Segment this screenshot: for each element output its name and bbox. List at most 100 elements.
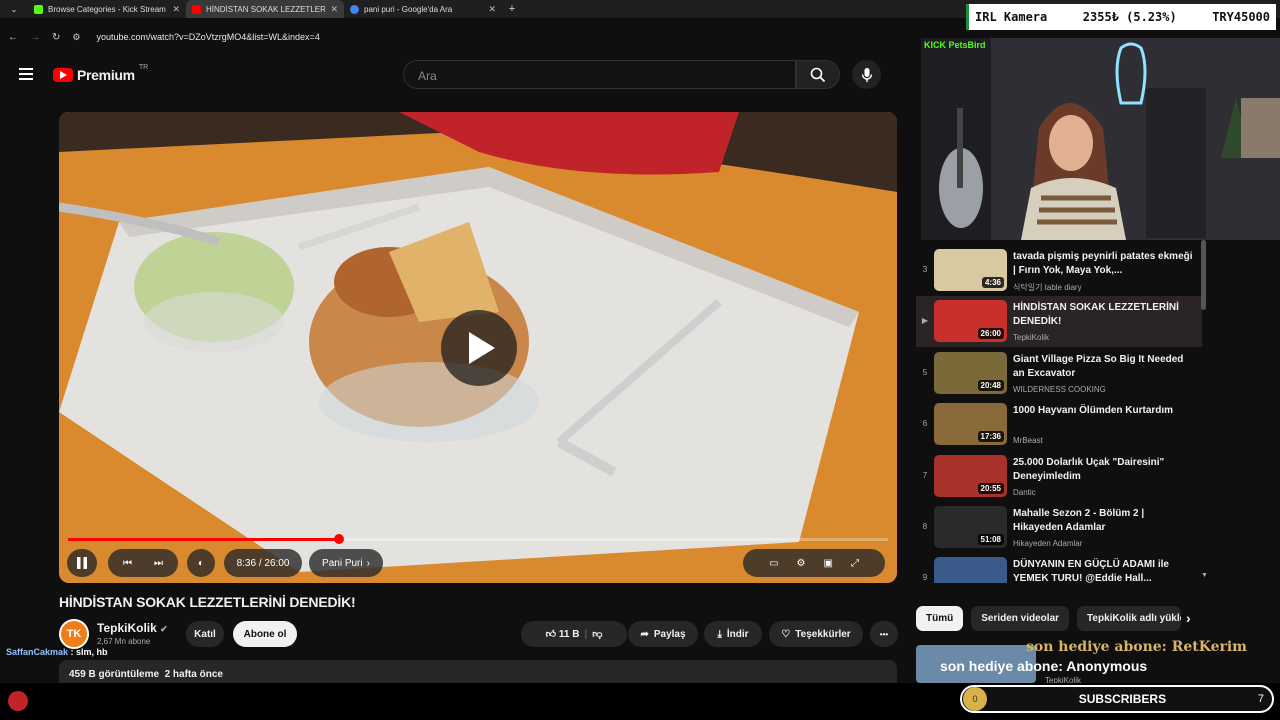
youtube-premium-logo[interactable]: Premium TR — [53, 64, 148, 83]
thumbs-down-icon[interactable]: 👎︎ — [592, 628, 602, 640]
video-title: HİNDİSTAN SOKAK LEZZETLERİNİ DENEDİK! — [59, 594, 356, 610]
join-button[interactable]: Katıl — [186, 621, 224, 647]
playlist-item[interactable]: ▶ 26:00 HİNDİSTAN SOKAK LEZZETLERİNİ DENED… — [916, 296, 1202, 348]
download-button[interactable]: ⤓ İndir — [704, 621, 762, 647]
voice-search-button[interactable] — [852, 60, 881, 89]
google-favicon-icon — [350, 4, 359, 14]
streamer-webcam: KICK PetsBird — [921, 38, 1280, 240]
channel-avatar[interactable]: TK — [59, 619, 89, 649]
previous-icon[interactable]: ⏮ — [123, 558, 132, 569]
reload-icon[interactable]: ↻ — [52, 32, 60, 43]
microphone-icon — [861, 67, 872, 82]
playlist-scrollbar[interactable] — [1201, 240, 1206, 310]
tab-title: Browse Categories - Kick Stream — [48, 4, 166, 14]
related-chips: Tümü Seriden videolar TepkiKolik adlı yü… — [916, 606, 1182, 632]
thanks-icon: ♡ — [781, 628, 791, 640]
site-info-icon[interactable]: ⚙ — [72, 32, 80, 43]
duration-badge: 26:00 — [977, 328, 1004, 340]
progress-bar[interactable] — [68, 534, 888, 544]
url-field[interactable]: youtube.com/watch?v=DZoVtzrgMO4&list=WL&… — [96, 32, 319, 42]
theater-mode-icon[interactable]: ▣ — [823, 558, 832, 569]
chip-channel[interactable]: TepkiKolik adlı yükle — [1077, 606, 1182, 631]
subtitles-icon[interactable]: ▭ — [769, 558, 778, 569]
playlist-thumbnail[interactable]: 25:46 — [934, 557, 1007, 583]
chapter-button[interactable]: Pani Puri › — [309, 549, 383, 577]
video-player[interactable]: ⏮ ⏭ ◐ 8:36 / 26:00 Pani Puri › ▭ ⚙ ▣ ⤢ — [59, 112, 897, 583]
playlist-thumbnail[interactable]: 20:55 — [934, 454, 1007, 497]
channel-name[interactable]: TepkiKolik ✔ — [97, 621, 168, 635]
new-tab-button[interactable]: + — [502, 3, 522, 15]
kick-logo: KICK PetsBird — [924, 40, 986, 50]
chip-series[interactable]: Seriden videolar — [971, 606, 1070, 631]
chapter-label: Pani Puri — [322, 557, 363, 569]
fullscreen-icon[interactable]: ⤢ — [851, 558, 859, 569]
time-display: 8:36 / 26:00 — [224, 549, 302, 577]
playlist-thumbnail[interactable]: 26:00 — [934, 300, 1007, 343]
pause-button[interactable] — [67, 549, 97, 577]
search-button[interactable] — [796, 60, 840, 89]
progress-played — [68, 538, 340, 541]
close-tab-icon[interactable]: ✕ — [330, 4, 338, 15]
playlist-index: 8 — [922, 522, 928, 531]
playlist-index: 6 — [922, 419, 928, 429]
playlist-index: 9 — [922, 573, 928, 583]
thumbs-up-icon: 👍︎ — [545, 629, 557, 640]
big-play-button[interactable] — [441, 310, 517, 386]
search-input[interactable]: Ara — [403, 60, 796, 89]
playlist-item[interactable]: 8 51:08 Mahalle Sezon 2 - Bölüm 2 | Hikaye… — [916, 502, 1202, 553]
thanks-button[interactable]: ♡ Teşekkürler — [769, 621, 863, 647]
playlist-item[interactable]: 7 20:55 25.000 Dolarlık Uçak "Dairesini" D… — [916, 451, 1202, 502]
close-tab-icon[interactable]: ✕ — [488, 4, 496, 15]
irl-goal: TRY45000 — [1212, 10, 1270, 24]
alert-line-1: son hediye abone: RetKerim — [1026, 639, 1247, 655]
logo-text: Premium — [77, 67, 135, 83]
youtube-play-logo-icon — [53, 68, 73, 82]
next-icon[interactable]: ⏭ — [154, 558, 163, 569]
playlist-index: ▶ — [921, 316, 929, 326]
hamburger-menu-icon[interactable] — [19, 68, 33, 80]
download-label: İndir — [726, 628, 749, 640]
scroll-down-icon[interactable]: ▼ — [1201, 572, 1208, 579]
playlist-item-channel: MrBeast — [1013, 436, 1043, 446]
playlist-item[interactable]: 5 20:48 Giant Village Pizza So Big It Need… — [916, 348, 1202, 399]
chips-next-chevron-icon[interactable]: › — [1186, 610, 1191, 626]
chevron-right-icon: › — [366, 557, 370, 569]
forward-icon[interactable]: → — [30, 32, 40, 43]
playlist-thumbnail[interactable]: 20:48 — [934, 351, 1007, 394]
browser-tab-kick[interactable]: Browse Categories - Kick Stream ✕ — [28, 0, 186, 18]
duration-badge: 20:55 — [977, 482, 1004, 494]
tab-list-chevron-icon[interactable]: ⌄ — [0, 5, 28, 14]
alert-line-2: son hediye abone: Anonymous — [940, 658, 1148, 674]
playlist-thumbnail[interactable]: 17:36 — [934, 403, 1007, 446]
subs-goal: 7 — [1257, 693, 1264, 705]
playlist-index: 5 — [922, 367, 928, 377]
share-button[interactable]: ➦ Paylaş — [628, 621, 698, 647]
settings-gear-icon[interactable]: ⚙ — [797, 558, 806, 569]
playlist-item-channel: WILDERNESS COOKING — [1013, 384, 1106, 394]
browser-tab-youtube[interactable]: HİNDİSTAN SOKAK LEZZETLERİ ✕ — [186, 0, 344, 18]
close-tab-icon[interactable]: ✕ — [172, 4, 180, 15]
playlist-thumbnail[interactable]: 4:36 — [934, 249, 1007, 291]
playlist-item[interactable]: 9 25:46DÜNYANIN EN GÜÇLÜ ADAMI ile YEMEK … — [916, 553, 1202, 583]
playlist-index: 3 — [922, 265, 928, 274]
playlist-item[interactable]: 3 4:36 tavada pişmiş peynirli patates ekme… — [916, 245, 1202, 296]
subscribers-goal-bar: 0 SUBSCRIBERS 7 — [960, 685, 1274, 713]
like-count: 11 B — [558, 629, 580, 640]
like-button[interactable]: 👍︎ 11 B — [546, 628, 580, 640]
tab-title: pani puri - Google'da Ara — [364, 4, 453, 14]
pause-icon — [77, 557, 87, 569]
playlist-item-title: HİNDİSTAN SOKAK LEZZETLERİNİ DENEDİK! — [1013, 302, 1179, 328]
playlist-item[interactable]: 6 17:36 1000 Hayvanı Ölümden Kurtardım MrBe… — [916, 399, 1202, 450]
share-arrow-icon: ➦ — [640, 628, 649, 640]
chip-all[interactable]: Tümü — [916, 606, 964, 631]
volume-button[interactable]: ◐ — [187, 549, 215, 577]
browser-tab-google[interactable]: pani puri - Google'da Ara ✕ — [344, 0, 502, 18]
tab-title: HİNDİSTAN SOKAK LEZZETLERİ — [206, 4, 326, 14]
more-actions-button[interactable]: ••• — [870, 621, 898, 647]
back-icon[interactable]: ← — [8, 32, 18, 43]
address-bar: ← → ↻ ⚙ youtube.com/watch?v=DZoVtzrgMO4&… — [0, 27, 920, 47]
subscriber-count: 2,67 Mn abone — [97, 637, 151, 646]
subscribe-button[interactable]: Abone ol — [233, 621, 297, 647]
playlist-thumbnail[interactable]: 51:08 — [934, 506, 1007, 548]
streamer-logo-icon — [8, 691, 28, 711]
